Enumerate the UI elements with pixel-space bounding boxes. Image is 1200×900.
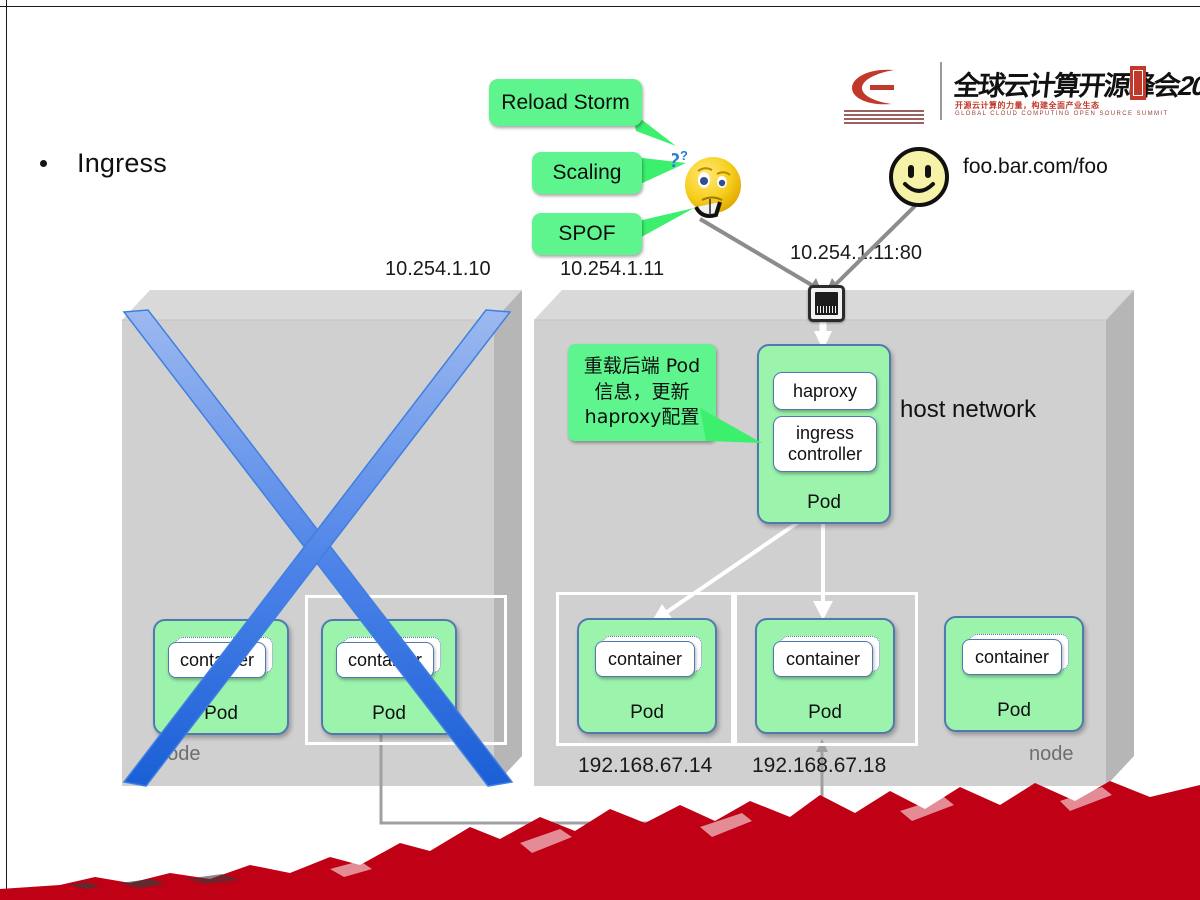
ingress-pod: haproxy ingress controller Pod xyxy=(757,344,891,524)
logo-subline-cn: 开源云计算的力量，构建全面产业生态 xyxy=(955,101,1100,110)
callout-scaling-label: Scaling xyxy=(552,161,622,184)
container-label-r3: container xyxy=(974,646,1050,667)
node-right-ip: 10.254.1.11 xyxy=(560,258,665,280)
pod-label-r1: Pod xyxy=(630,702,664,723)
logo-main-text: 全球云计算开源峰会2017 xyxy=(952,71,1200,101)
ethernet-port-icon xyxy=(808,285,845,322)
container-box-l2: container xyxy=(336,642,434,678)
logo-red-stamp xyxy=(1130,66,1146,100)
callout-reload-storm-label: Reload Storm xyxy=(501,90,630,114)
callout-spof: SPOF xyxy=(532,213,642,255)
node-left-label: node xyxy=(156,743,201,765)
node-left-ip: 10.254.1.10 xyxy=(385,258,491,280)
conference-logo: 全球云计算开源峰会2017 开源云计算的力量，构建全面产业生态 GLOBAL C… xyxy=(842,58,1200,128)
callout-spof-label: SPOF xyxy=(558,222,616,245)
chinese-callout: 重载后端 Pod 信息，更新 haproxy配置 xyxy=(568,344,716,441)
chinese-callout-line-2: 信息，更新 xyxy=(594,380,690,403)
pod-r3: container Pod xyxy=(944,616,1084,732)
bullet-row: Ingress xyxy=(40,148,167,179)
thinking-face-icon: ? ? xyxy=(672,148,741,218)
callout-scaling: Scaling xyxy=(532,152,642,194)
foo-url-label: foo.bar.com/foo xyxy=(963,155,1108,178)
smiley-face-icon xyxy=(889,147,949,207)
container-label-r1: container xyxy=(607,648,683,669)
host-network-label: host network xyxy=(900,396,1037,423)
slide-canvas: Ingress 全球云计算开源峰会2017 开源云计算的力量，构建全面产业生态 … xyxy=(0,0,1200,900)
container-label-l1: container xyxy=(179,649,255,670)
endpoint-address: 10.254.1.11:80 xyxy=(790,242,922,264)
svg-text:?: ? xyxy=(672,150,680,172)
ingress-controller-label-1: ingress xyxy=(795,423,855,444)
ingress-controller-label-2: controller xyxy=(787,444,863,464)
ingress-controller-box: ingress controller xyxy=(773,416,877,472)
logo-org-caption xyxy=(844,110,924,124)
logo-divider xyxy=(940,62,942,120)
container-box-r1: container xyxy=(595,641,695,677)
page-title: Ingress xyxy=(77,148,167,178)
slide-top-border xyxy=(0,6,1200,7)
haproxy-box: haproxy xyxy=(773,372,877,410)
svg-text:?: ? xyxy=(680,148,688,163)
node-right-label: node xyxy=(1029,743,1074,765)
bullet-dot-icon xyxy=(40,160,47,167)
mountain-graphic xyxy=(0,781,1200,900)
chinese-callout-line-1: 重载后端 Pod xyxy=(583,355,701,378)
pod-label-r2: Pod xyxy=(808,702,842,723)
pod-label-l1: Pod xyxy=(204,703,238,724)
chinese-callout-line-3: haproxy配置 xyxy=(584,406,700,429)
pod-label-l2: Pod xyxy=(372,703,406,724)
container-box-r3: container xyxy=(962,639,1062,675)
container-label-r2: container xyxy=(785,648,861,669)
pod-r2: container Pod xyxy=(755,618,895,734)
container-box-l1: container xyxy=(168,642,266,678)
pod-label-r3: Pod xyxy=(997,700,1031,721)
callout-reload-storm: Reload Storm xyxy=(489,79,642,126)
container-label-l2: container xyxy=(347,649,423,670)
haproxy-label: haproxy xyxy=(792,380,858,401)
ingress-pod-label: Pod xyxy=(807,492,841,513)
pod-l1: container Pod xyxy=(153,619,289,735)
pod-r1: container Pod xyxy=(577,618,717,734)
logo-mark-icon xyxy=(852,69,894,105)
pod-l2: container Pod xyxy=(321,619,457,735)
logo-subline-en: GLOBAL CLOUD COMPUTING OPEN SOURCE SUMMI… xyxy=(955,111,1169,117)
container-box-r2: container xyxy=(773,641,873,677)
